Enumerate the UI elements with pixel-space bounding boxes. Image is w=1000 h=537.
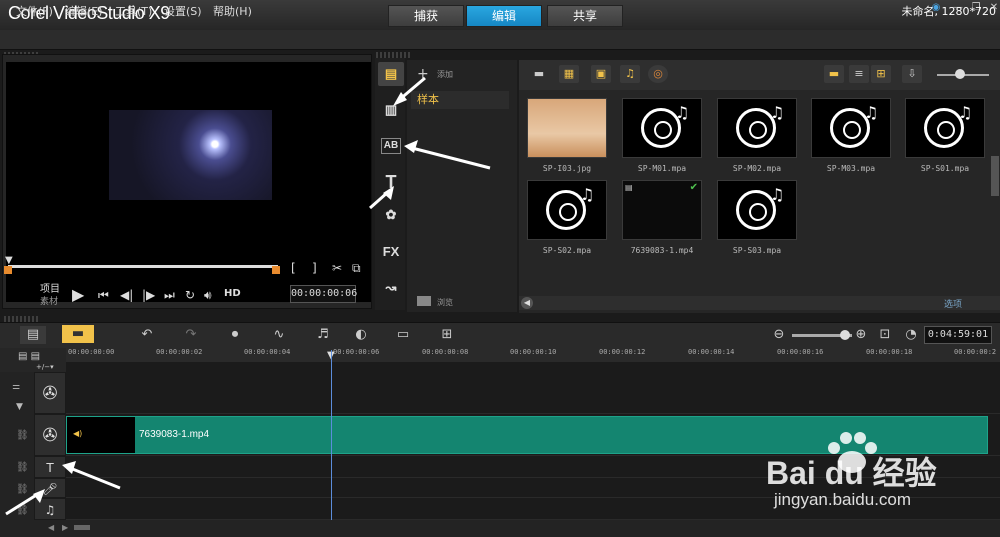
baidu-watermark: Bai du 经验 jingyan.baidu.com <box>760 430 996 520</box>
watermark-url: jingyan.baidu.com <box>774 490 912 509</box>
arrow-to-title <box>369 186 394 210</box>
arrow-to-title-track <box>62 461 121 490</box>
arrow-to-transition <box>404 140 491 170</box>
arrow-to-instant-project <box>393 76 426 106</box>
arrow-to-voice-track <box>5 489 45 516</box>
watermark-brand: Bai du 经验 <box>766 455 937 491</box>
